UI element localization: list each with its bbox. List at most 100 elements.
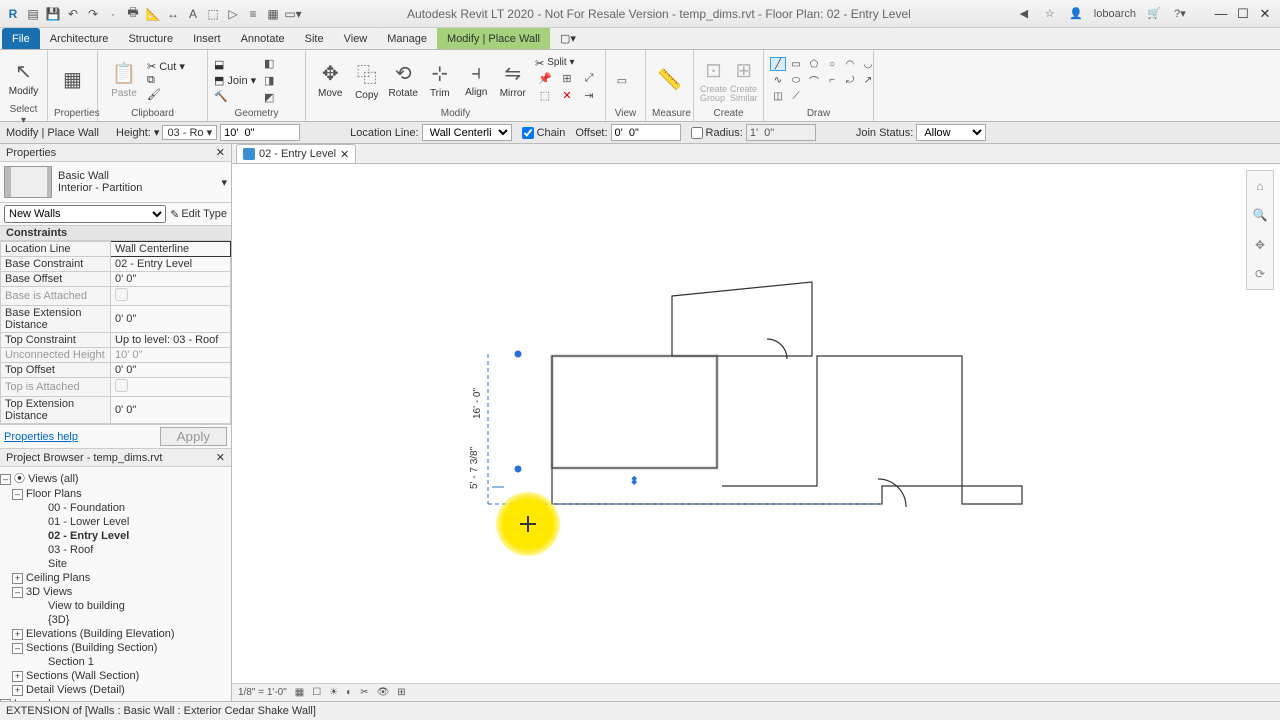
paste-button[interactable]: 📋Paste [104, 54, 144, 106]
polygon-tool-icon[interactable]: ⬠ [806, 57, 822, 71]
match-button[interactable]: 🖌 [147, 88, 185, 101]
star-icon[interactable]: ☆ [1042, 6, 1058, 22]
loc-line-select[interactable]: Wall Centerline [422, 124, 512, 141]
cart-icon[interactable]: 🛒 [1146, 6, 1162, 22]
expand-icon[interactable]: + [12, 573, 23, 584]
expand-icon[interactable]: + [12, 685, 23, 696]
offset-input[interactable] [611, 124, 681, 141]
pick-walls-icon[interactable]: ⟋ [788, 89, 804, 103]
join-button[interactable]: ⬒Join ▾ [214, 74, 256, 87]
nav-orbit-icon[interactable]: ⟳ [1255, 267, 1265, 281]
move-button[interactable]: ✥Move [312, 54, 349, 106]
type-selector[interactable]: Basic Wall Interior - Partition ▾ [0, 162, 231, 203]
sun-path-icon[interactable]: ☀ [329, 687, 338, 698]
tab-file[interactable]: File [2, 28, 40, 49]
height-input[interactable] [220, 124, 300, 141]
align-button[interactable]: ⫞Align [458, 54, 495, 106]
text-icon[interactable]: A [184, 5, 202, 23]
rotate-button[interactable]: ⟲Rotate [385, 54, 422, 106]
arc3-tool-icon[interactable]: ◡ [860, 57, 876, 71]
cope-button[interactable]: ⬓ [214, 58, 256, 71]
tree-3d-default[interactable]: {3D} [0, 613, 231, 627]
tree-views-all[interactable]: –⦿ Views (all) [0, 469, 231, 487]
circle-tool-icon[interactable]: ○ [824, 57, 840, 71]
view-tab-close-icon[interactable]: ✕ [340, 148, 349, 161]
unpin-icon[interactable]: ⬚ [535, 88, 555, 104]
maximize-button[interactable]: ☐ [1232, 6, 1254, 22]
visual-style-icon[interactable]: ☐ [312, 687, 321, 698]
reveal-icon[interactable]: ⊞ [397, 687, 405, 698]
prop-top-offset-value[interactable]: 0' 0" [111, 363, 231, 378]
apply-button[interactable]: Apply [160, 427, 227, 446]
chain-checkbox[interactable] [522, 127, 534, 139]
arc-tool-icon[interactable]: ◠ [842, 57, 858, 71]
tab-site[interactable]: Site [295, 28, 334, 49]
partial-ellipse-icon[interactable]: ⌒ [806, 73, 822, 87]
tree-legends[interactable]: +Legends [0, 697, 231, 701]
view-tab-entry-level[interactable]: 02 - Entry Level ✕ [236, 144, 356, 163]
redo-icon[interactable]: ↷ [84, 5, 102, 23]
tree-3d[interactable]: –3D Views [0, 585, 231, 599]
tab-structure[interactable]: Structure [118, 28, 183, 49]
tree-fp-02[interactable]: 02 - Entry Level [0, 529, 231, 543]
close-button[interactable]: ✕ [1254, 6, 1276, 22]
geom-icon-3[interactable]: ◩ [259, 89, 279, 105]
user-icon[interactable]: 👤 [1068, 6, 1084, 22]
geom-icon-2[interactable]: ◨ [259, 72, 279, 88]
expand-icon[interactable]: – [0, 474, 11, 485]
scale-icon[interactable]: ⤢ [579, 71, 599, 87]
undo-icon[interactable]: ↶ [64, 5, 82, 23]
properties-close-button[interactable]: ✕ [216, 146, 225, 159]
filter-select[interactable]: New Walls [4, 205, 166, 223]
radius-checkbox[interactable] [691, 127, 703, 139]
ribbon-expand-icon[interactable]: ▢▾ [550, 28, 586, 49]
measure-button[interactable]: 📏 [652, 54, 687, 106]
properties-help-link[interactable]: Properties help [4, 431, 154, 443]
line-tool-icon[interactable]: ╱ [770, 57, 786, 71]
measure-icon[interactable]: 📐 [144, 5, 162, 23]
user-name[interactable]: loboarch [1094, 8, 1136, 20]
dimension-icon[interactable]: ↔ [164, 5, 182, 23]
constraints-group-header[interactable]: Constraints [0, 226, 231, 241]
tree-elevations[interactable]: +Elevations (Building Elevation) [0, 627, 231, 641]
drawing-canvas[interactable]: ⇕ 16' - 0" 5' - 7 3/8" ⌂ 🔍 ✥ ⟳ [232, 164, 1280, 683]
print-icon[interactable]: 🖶 [124, 5, 142, 23]
tree-detail-views[interactable]: +Detail Views (Detail) [0, 683, 231, 697]
pick-faces-icon[interactable]: ◫ [770, 89, 786, 103]
copy-clip-button[interactable]: ⧉ [147, 74, 185, 87]
split-button[interactable]: ✂Split ▾ [535, 57, 599, 70]
thin-lines-icon[interactable]: ≡ [244, 5, 262, 23]
expand-icon[interactable]: + [12, 671, 23, 682]
properties-button[interactable]: ▦ [54, 54, 91, 106]
tree-fp-site[interactable]: Site [0, 557, 231, 571]
tree-view-to-building[interactable]: View to building [0, 599, 231, 613]
tab-insert[interactable]: Insert [183, 28, 231, 49]
minimize-button[interactable]: — [1210, 6, 1232, 22]
pick-lines-icon[interactable]: ↗ [860, 73, 876, 87]
prop-base-constraint-value[interactable]: 02 - Entry Level [111, 257, 231, 272]
keyword-icon[interactable]: ◀ [1016, 6, 1032, 22]
prop-base-offset-value[interactable]: 0' 0" [111, 272, 231, 287]
crop-icon[interactable]: ✂ [360, 687, 368, 698]
tree-ceiling[interactable]: +Ceiling Plans [0, 571, 231, 585]
hide-icon[interactable]: 👁 [377, 687, 390, 698]
expand-icon[interactable]: – [12, 643, 23, 654]
view-scale[interactable]: 1/8" = 1'-0" [238, 687, 287, 698]
tree-sections-wall[interactable]: +Sections (Wall Section) [0, 669, 231, 683]
prop-top-ext-value[interactable]: 0' 0" [111, 397, 231, 424]
trim-button[interactable]: ⊹Trim [422, 54, 459, 106]
detail-level-icon[interactable]: ▦ [295, 687, 304, 698]
open-icon[interactable]: ▤ [24, 5, 42, 23]
tree-fp-03[interactable]: 03 - Roof [0, 543, 231, 557]
tree-sections-building[interactable]: –Sections (Building Section) [0, 641, 231, 655]
expand-icon[interactable]: – [12, 489, 23, 500]
help-icon[interactable]: ?▾ [1172, 6, 1188, 22]
spline-tool-icon[interactable]: ∿ [770, 73, 786, 87]
tab-annotate[interactable]: Annotate [231, 28, 295, 49]
ellipse-tool-icon[interactable]: ⬭ [788, 73, 804, 87]
rect-tool-icon[interactable]: ▭ [788, 57, 804, 71]
expand-icon[interactable]: + [12, 629, 23, 640]
tab-manage[interactable]: Manage [377, 28, 437, 49]
tab-modify-place-wall[interactable]: Modify | Place Wall [437, 28, 550, 49]
copy-button[interactable]: ⿻Copy [349, 54, 386, 106]
